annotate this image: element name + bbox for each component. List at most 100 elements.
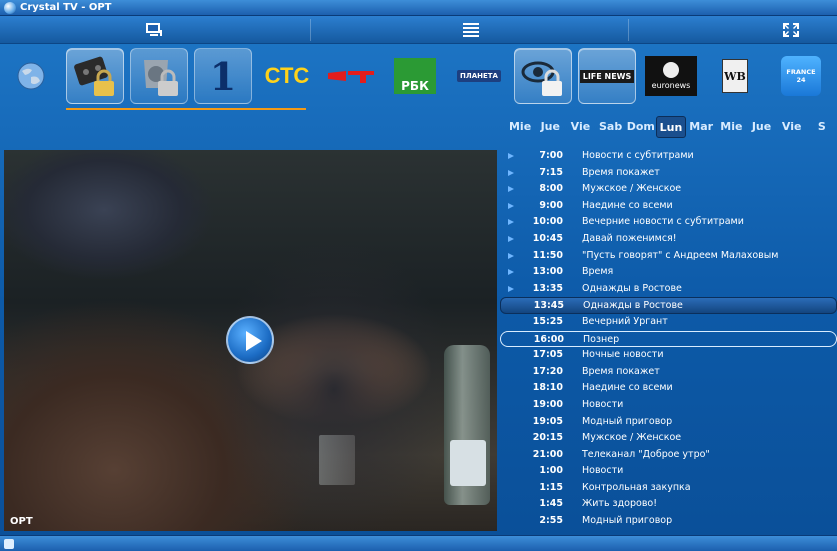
schedule-row[interactable]: 7:00 Новости с субтитрами — [500, 148, 837, 165]
schedule-row[interactable]: 17:05 Ночные новости — [500, 347, 837, 364]
play-arrow-icon[interactable] — [508, 153, 514, 159]
schedule-row[interactable]: 8:00 Мужское / Женское — [500, 181, 837, 198]
channel-wb[interactable]: WB — [706, 48, 764, 104]
channel-pyaty[interactable] — [322, 48, 380, 104]
schedule-row[interactable]: 20:15 Мужское / Женское — [500, 430, 837, 447]
program-schedule: 7:00 Новости с субтитрами 7:15 Время покаже… — [500, 148, 837, 533]
schedule-row[interactable]: 1:15 Контрольная закупка — [500, 480, 837, 497]
channel-euronews[interactable]: euronews — [642, 48, 700, 104]
program-title: Модный приговор — [582, 415, 673, 427]
schedule-row[interactable]: 13:35 Однажды в Ростове — [500, 281, 837, 298]
schedule-row[interactable]: 1:45 Жить здорово! — [500, 496, 837, 513]
schedule-row[interactable]: 15:25 Вечерний Ургант — [500, 314, 837, 331]
schedule-row[interactable]: 2:55 Модный приговор — [500, 513, 837, 530]
day-tab[interactable]: Mar — [686, 116, 716, 138]
schedule-row[interactable]: 11:50 "Пусть говорят" с Андреем Малаховым — [500, 248, 837, 265]
lock-icon — [74, 56, 114, 96]
channel-logo: СТС — [264, 63, 310, 88]
channel-france24[interactable]: FRANCE 24 — [772, 48, 830, 104]
schedule-row[interactable]: 7:15 Время покажет — [500, 165, 837, 182]
day-tab[interactable]: Dom — [626, 116, 656, 138]
program-time: 7:00 — [539, 150, 563, 161]
program-time: 7:15 — [539, 166, 563, 178]
program-title: Время — [582, 266, 614, 278]
channel-lifenews[interactable]: LIFE NEWS — [578, 48, 636, 104]
program-title: Новости — [582, 465, 624, 477]
channel-locked-tv[interactable] — [130, 48, 188, 104]
channel-locked-tape[interactable] — [66, 48, 124, 104]
program-title: Однажды в Ростове — [583, 300, 683, 312]
program-time: 10:45 — [532, 232, 563, 244]
schedule-row[interactable]: 16:00 Познер — [500, 330, 837, 348]
schedule-row[interactable]: 19:05 Модный приговор — [500, 414, 837, 431]
play-arrow-icon[interactable] — [508, 169, 514, 176]
schedule-row[interactable]: 21:00 Телеканал "Доброе утро" — [500, 447, 837, 464]
day-tab[interactable]: Jue — [746, 116, 776, 138]
program-title: Жить здорово! — [582, 498, 658, 510]
fullscreen-icon[interactable] — [782, 22, 800, 38]
schedule-row[interactable]: 18:10 Наедине со всеми — [500, 380, 837, 397]
play-arrow-icon[interactable] — [508, 186, 514, 193]
play-arrow-icon[interactable] — [508, 252, 514, 259]
channel-logo: FRANCE 24 — [786, 68, 816, 84]
video-scene-bottle-label — [450, 440, 486, 486]
channel-sts[interactable]: СТС — [258, 48, 316, 104]
channel-planeta[interactable]: ПЛАНЕТА — [450, 48, 508, 104]
channel-logo: РБК — [401, 79, 429, 93]
top-toolbar — [0, 16, 837, 44]
schedule-row[interactable]: 17:20 Время покажет — [500, 364, 837, 381]
schedule-row[interactable]: 1:00 Новости — [500, 463, 837, 480]
list-icon[interactable] — [462, 22, 480, 38]
program-title: Познер — [583, 333, 620, 345]
schedule-row[interactable]: 10:00 Вечерние новости с субтитрами — [500, 214, 837, 231]
program-title: Время покажет — [582, 166, 660, 178]
program-time: 20:15 — [532, 432, 563, 444]
schedule-row[interactable]: 13:45 Однажды в Ростове — [500, 297, 837, 314]
program-time: 16:00 — [533, 333, 564, 345]
channel-pervy[interactable]: 1 — [194, 48, 252, 104]
schedule-row[interactable]: 13:00 Время — [500, 264, 837, 281]
day-tab[interactable]: Jue — [535, 116, 565, 138]
program-title: Время покажет — [582, 365, 660, 377]
monitor-icon[interactable] — [145, 22, 163, 38]
program-time: 10:00 — [532, 216, 563, 228]
lock-icon — [144, 60, 178, 96]
program-time: 17:05 — [532, 349, 563, 361]
day-tab[interactable]: Mie — [716, 116, 746, 138]
day-tab[interactable]: Vie — [777, 116, 807, 138]
program-title: Телеканал "Доброе утро" — [582, 448, 710, 460]
play-arrow-icon[interactable] — [508, 235, 514, 242]
channel-logo — [328, 71, 374, 83]
status-bar — [0, 535, 837, 551]
program-title: Контрольная закупка — [582, 481, 691, 493]
schedule-row[interactable]: 10:45 Давай поженимся! — [500, 231, 837, 248]
day-tab[interactable]: S — [807, 116, 837, 138]
program-title: Мужское / Женское — [582, 183, 682, 195]
channel-globe[interactable] — [2, 48, 60, 104]
program-title: Новости — [582, 398, 624, 410]
video-player[interactable]: OPT — [4, 150, 497, 531]
status-icon — [4, 539, 14, 549]
day-tab[interactable]: Vie — [565, 116, 595, 138]
play-button[interactable] — [226, 316, 274, 364]
day-tab[interactable]: Sab — [596, 116, 626, 138]
day-tab[interactable]: Mie — [505, 116, 535, 138]
program-time: 1:15 — [539, 481, 563, 493]
day-tab[interactable]: Lun — [655, 116, 687, 138]
program-time: 8:00 — [539, 183, 563, 195]
program-time: 17:20 — [532, 365, 563, 377]
lock-icon — [521, 61, 562, 96]
channel-rbk[interactable]: РБК — [386, 48, 444, 104]
program-time: 19:00 — [532, 398, 563, 410]
program-title: Вечерние новости с субтитрами — [582, 216, 744, 228]
schedule-row[interactable]: 9:00 Наедине со всеми — [500, 198, 837, 215]
play-arrow-icon[interactable] — [508, 269, 514, 276]
program-title: Ночные новости — [582, 349, 664, 361]
channel-locked-eye[interactable] — [514, 48, 572, 104]
play-arrow-icon[interactable] — [508, 202, 514, 209]
play-arrow-icon[interactable] — [508, 219, 514, 226]
play-arrow-icon[interactable] — [508, 285, 514, 292]
schedule-row[interactable]: 19:00 Новости — [500, 397, 837, 414]
program-time: 21:00 — [532, 448, 563, 460]
program-title: "Пусть говорят" с Андреем Малаховым — [582, 249, 779, 261]
